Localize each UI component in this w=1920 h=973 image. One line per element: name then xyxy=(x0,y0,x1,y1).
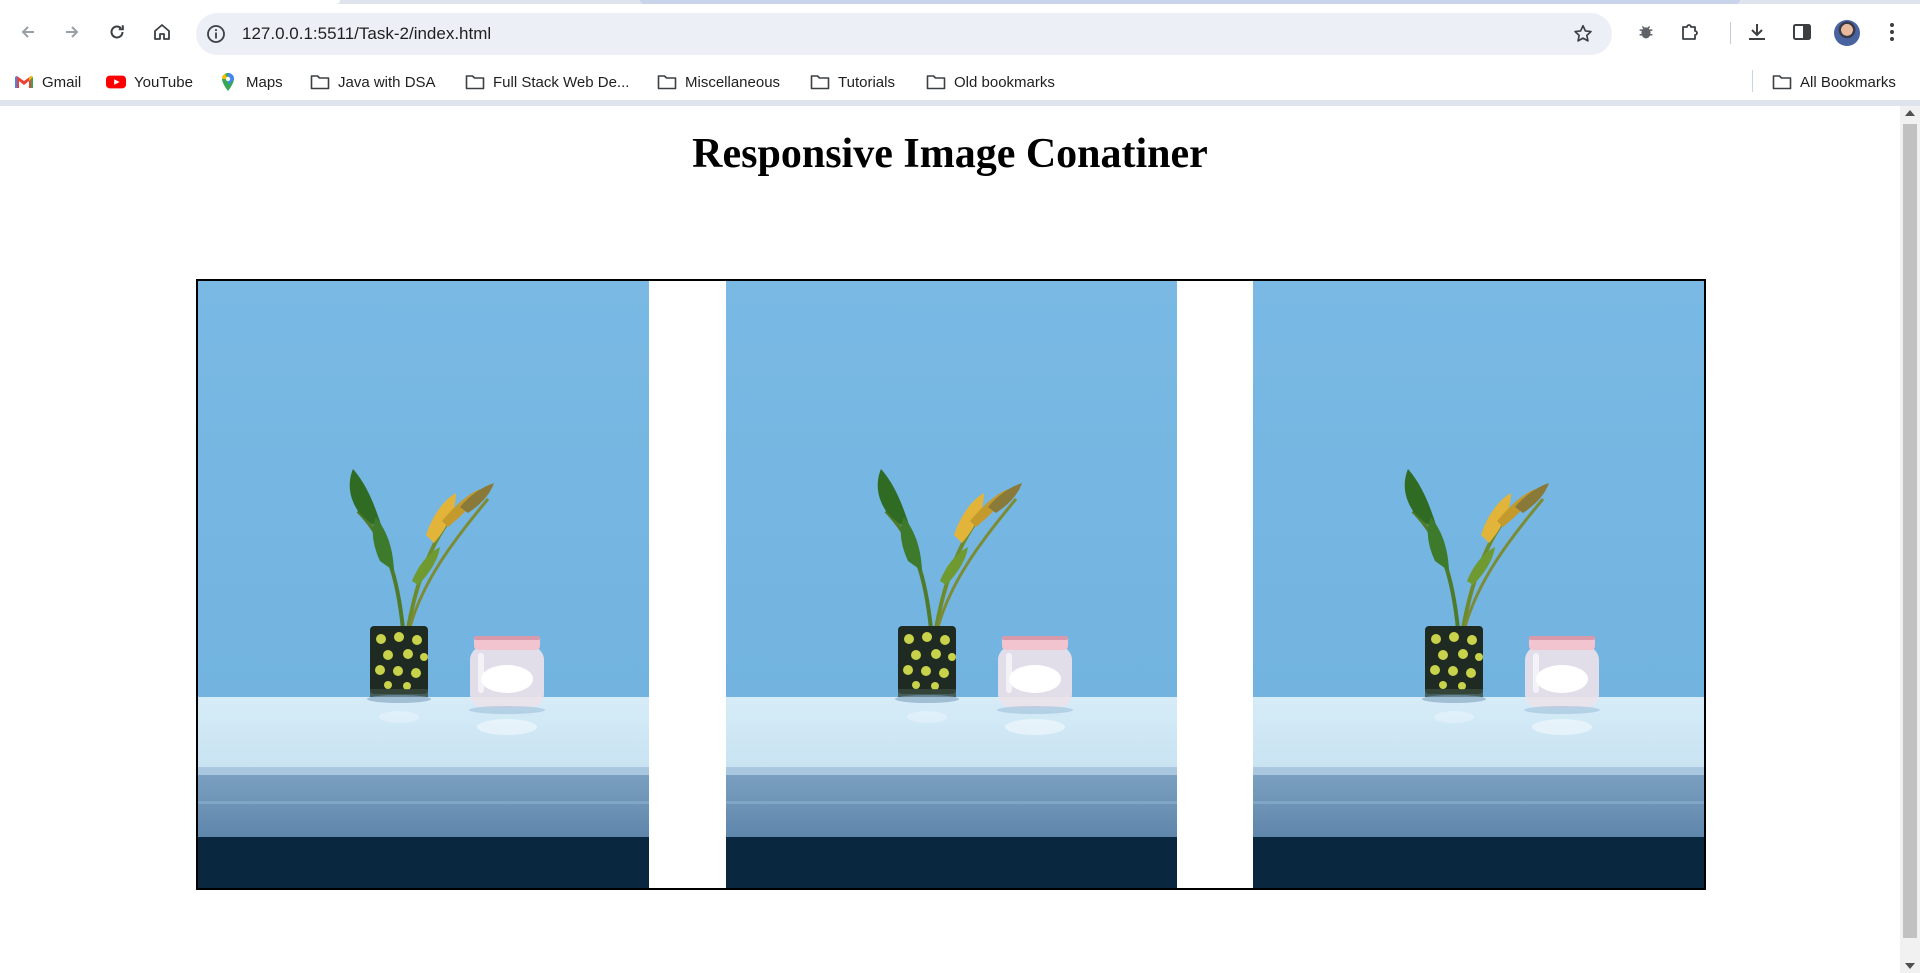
address-bar[interactable]: 127.0.0.1:5511/Task-2/index.html xyxy=(196,13,1612,55)
youtube-icon xyxy=(106,72,126,92)
home-icon xyxy=(154,24,170,40)
bookmarks-separator xyxy=(1752,70,1753,92)
url-text[interactable]: 127.0.0.1:5511/Task-2/index.html xyxy=(242,24,491,44)
image-plant-2 xyxy=(725,281,1177,888)
bookmark-label: Old bookmarks xyxy=(954,73,1055,91)
all-bookmarks-button[interactable]: All Bookmarks xyxy=(1772,70,1896,94)
profile-avatar[interactable] xyxy=(1834,20,1860,46)
bookmark-youtube[interactable]: YouTube xyxy=(106,70,193,94)
folder-icon xyxy=(1772,72,1792,92)
maps-icon xyxy=(218,72,238,92)
all-bookmarks-label: All Bookmarks xyxy=(1800,73,1896,91)
folder-icon xyxy=(810,72,830,92)
bookmark-gmail[interactable]: Gmail xyxy=(14,70,81,94)
forward-button[interactable] xyxy=(56,16,88,48)
bookmark-label: Miscellaneous xyxy=(685,73,781,91)
side-panel-icon[interactable] xyxy=(1790,20,1814,44)
reload-icon xyxy=(110,25,124,39)
folder-icon xyxy=(465,72,485,92)
vertical-scrollbar[interactable] xyxy=(1900,106,1920,973)
folder-icon xyxy=(926,72,946,92)
home-button[interactable] xyxy=(146,16,178,48)
back-arrow-icon xyxy=(21,26,34,38)
extension-bug-icon[interactable] xyxy=(1634,20,1658,44)
back-button[interactable] xyxy=(12,16,44,48)
bookmark-maps[interactable]: Maps xyxy=(218,70,283,94)
folder-icon xyxy=(310,72,330,92)
bookmark-folder-old-bookmarks[interactable]: Old bookmarks xyxy=(926,70,1055,94)
scroll-up-arrow-icon[interactable] xyxy=(1905,110,1915,116)
bookmark-star-icon[interactable] xyxy=(1572,23,1594,45)
bookmark-label: Java with DSA xyxy=(338,73,436,91)
image-container xyxy=(196,279,1706,890)
reload-button[interactable] xyxy=(101,16,133,48)
bookmark-folder-full-stack[interactable]: Full Stack Web De... xyxy=(465,70,629,94)
forward-arrow-icon xyxy=(66,26,79,38)
bookmark-label: YouTube xyxy=(134,73,193,91)
browser-toolbar: 127.0.0.1:5511/Task-2/index.html xyxy=(0,4,1920,64)
bookmark-folder-tutorials[interactable]: Tutorials xyxy=(810,70,895,94)
bookmark-folder-miscellaneous[interactable]: Miscellaneous xyxy=(657,70,780,94)
download-icon[interactable] xyxy=(1745,20,1769,44)
page-viewport: Responsive Image Conatiner xyxy=(0,106,1900,973)
bookmark-label: Full Stack Web De... xyxy=(493,73,630,91)
site-info-icon[interactable] xyxy=(206,24,226,44)
image-plant-1 xyxy=(198,281,649,888)
scrollbar-thumb[interactable] xyxy=(1903,124,1917,938)
toolbar-separator xyxy=(1730,22,1731,44)
folder-icon xyxy=(657,72,677,92)
menu-kebab-icon[interactable] xyxy=(1880,20,1904,44)
gmail-icon xyxy=(14,72,34,92)
scroll-down-arrow-icon[interactable] xyxy=(1905,963,1915,969)
extensions-puzzle-icon[interactable] xyxy=(1678,20,1702,44)
page-title: Responsive Image Conatiner xyxy=(692,131,1208,177)
bookmark-label: Maps xyxy=(246,73,283,91)
bookmark-label: Gmail xyxy=(42,73,82,91)
bookmarks-bar: Gmail YouTube Maps Java with DSA Full St… xyxy=(0,64,1920,100)
bookmark-label: Tutorials xyxy=(838,73,895,91)
bookmark-folder-java-dsa[interactable]: Java with DSA xyxy=(310,70,436,94)
image-plant-3 xyxy=(1253,281,1704,888)
